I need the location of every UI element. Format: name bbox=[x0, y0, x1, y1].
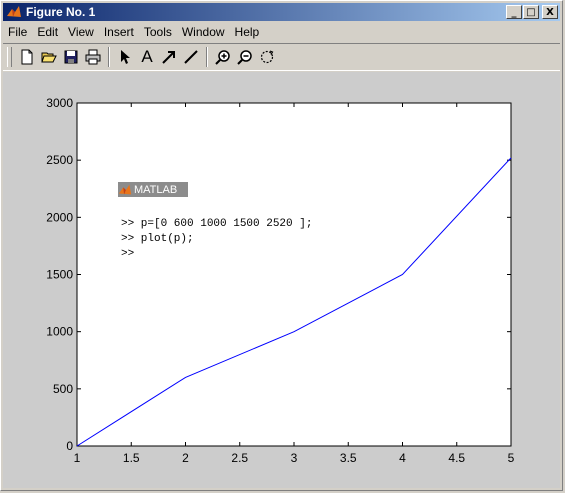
print-icon bbox=[85, 49, 101, 65]
command-line: >> p=[0 600 1000 1500 2520 ]; bbox=[121, 218, 312, 230]
x-tick-label: 1 bbox=[74, 451, 81, 465]
window-controls: _ □ X bbox=[505, 5, 558, 19]
x-tick-label: 5 bbox=[508, 451, 515, 465]
matlab-badge: MATLAB bbox=[118, 182, 188, 197]
menu-window[interactable]: Window bbox=[177, 22, 230, 42]
menu-view[interactable]: View bbox=[63, 22, 99, 42]
y-tick-label: 3000 bbox=[46, 96, 73, 110]
zoom-in-button[interactable] bbox=[212, 46, 234, 68]
x-tick-label: 3.5 bbox=[340, 451, 357, 465]
insert-text-button[interactable]: A bbox=[136, 46, 158, 68]
y-tick-label: 1500 bbox=[46, 268, 73, 282]
toolbar-separator bbox=[108, 47, 110, 67]
figure-canvas: 1 1.5 2 2.5 3 3.5 4 4.5 5 0 500 1000 1500 2000 2500 300… bbox=[3, 72, 560, 488]
y-tick-label: 1000 bbox=[46, 325, 73, 339]
figure-toolbar: A bbox=[3, 43, 560, 71]
plot-svg: 1 1.5 2 2.5 3 3.5 4 4.5 5 0 500 1000 1500 2000 2500 300… bbox=[46, 96, 515, 465]
title-bar[interactable]: Figure No. 1 _ □ X bbox=[3, 3, 560, 21]
figure-window: Figure No. 1 _ □ X File Edit View Insert… bbox=[0, 0, 563, 491]
save-button[interactable] bbox=[60, 46, 82, 68]
menu-insert[interactable]: Insert bbox=[99, 22, 139, 42]
menu-bar: File Edit View Insert Tools Window Help bbox=[3, 22, 560, 42]
x-tick-label: 2.5 bbox=[231, 451, 248, 465]
x-tick-label: 2 bbox=[182, 451, 189, 465]
matlab-logo-icon bbox=[7, 6, 21, 17]
x-tick-label: 4 bbox=[399, 451, 406, 465]
close-button[interactable]: X bbox=[542, 5, 558, 19]
select-button[interactable] bbox=[114, 46, 136, 68]
y-tick-label: 500 bbox=[53, 382, 73, 396]
window-title: Figure No. 1 bbox=[26, 5, 96, 19]
menu-file[interactable]: File bbox=[3, 22, 32, 42]
zoom-out-icon bbox=[237, 50, 252, 65]
menu-help[interactable]: Help bbox=[230, 22, 265, 42]
matlab-badge-label: MATLAB bbox=[134, 183, 178, 196]
rotate-3d-icon bbox=[260, 50, 274, 64]
toolbar-separator bbox=[206, 47, 208, 67]
x-tick-label: 3 bbox=[291, 451, 298, 465]
insert-text-icon: A bbox=[141, 47, 153, 66]
select-arrow-icon bbox=[121, 50, 130, 64]
print-button[interactable] bbox=[82, 46, 104, 68]
insert-arrow-icon bbox=[162, 51, 175, 64]
toolbar-grip[interactable] bbox=[7, 47, 12, 67]
new-figure-button[interactable] bbox=[16, 46, 38, 68]
x-tick-label: 4.5 bbox=[448, 451, 465, 465]
y-tick-label: 2000 bbox=[46, 210, 73, 224]
insert-line-icon bbox=[184, 50, 198, 64]
zoom-in-icon bbox=[215, 50, 230, 65]
menu-tools[interactable]: Tools bbox=[139, 22, 177, 42]
open-file-button[interactable] bbox=[38, 46, 60, 68]
rotate-3d-button[interactable] bbox=[256, 46, 278, 68]
save-icon bbox=[64, 50, 78, 64]
minimize-button[interactable]: _ bbox=[506, 5, 522, 19]
open-folder-icon bbox=[41, 52, 57, 63]
insert-arrow-button[interactable] bbox=[158, 46, 180, 68]
matlab-logo-icon bbox=[118, 184, 132, 194]
maximize-button[interactable]: □ bbox=[523, 5, 539, 19]
y-tick-label: 0 bbox=[66, 439, 73, 453]
menu-edit[interactable]: Edit bbox=[32, 22, 63, 42]
y-tick-label: 2500 bbox=[46, 153, 73, 167]
x-tick-label: 1.5 bbox=[123, 451, 140, 465]
command-line: >> bbox=[121, 248, 134, 260]
axes-box[interactable] bbox=[76, 102, 512, 447]
command-line: >> plot(p); bbox=[121, 233, 194, 245]
zoom-out-button[interactable] bbox=[234, 46, 256, 68]
insert-line-button[interactable] bbox=[180, 46, 202, 68]
new-file-icon bbox=[21, 49, 33, 65]
